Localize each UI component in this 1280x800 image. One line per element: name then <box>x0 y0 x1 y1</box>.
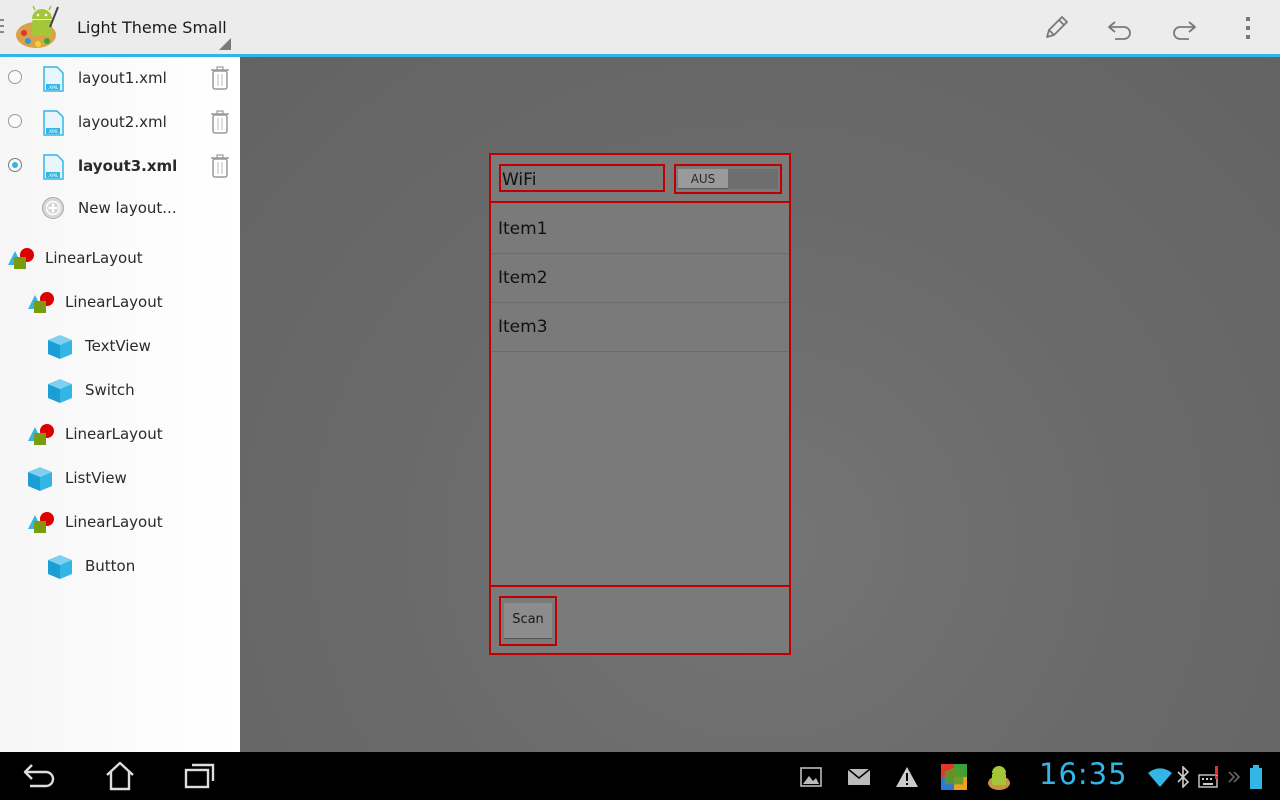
list-item[interactable]: Item3 <box>491 303 789 352</box>
switch-thumb: AUS <box>678 169 728 189</box>
gallery-icon[interactable] <box>798 764 824 790</box>
pencil-icon <box>1046 16 1068 38</box>
tree-label: LinearLayout <box>65 425 163 443</box>
drag-handle-icon <box>0 19 6 35</box>
tree-label: Button <box>85 557 136 575</box>
tree-label: TextView <box>85 337 151 355</box>
file-label: layout1.xml <box>78 69 167 87</box>
textview-preview[interactable]: WiFi <box>499 164 665 192</box>
view-cube-icon <box>48 379 72 403</box>
layout-shapes-icon <box>28 292 54 313</box>
file-row-layout3[interactable]: .XML layout3.xml <box>0 145 240 189</box>
list-item-label: Item2 <box>498 268 548 288</box>
home-icon <box>106 761 134 791</box>
undo-button[interactable] <box>1102 10 1138 46</box>
radio-button-selected[interactable] <box>8 158 22 172</box>
redo-icon <box>1173 21 1196 40</box>
tree-label: LinearLayout <box>45 249 143 267</box>
trash-icon[interactable] <box>210 110 230 134</box>
tree-item-linearlayout[interactable]: LinearLayout <box>26 419 236 455</box>
chevron-right-icon <box>1226 764 1242 790</box>
bluetooth-icon <box>1174 764 1192 790</box>
overflow-menu-button[interactable] <box>1230 10 1266 46</box>
wifi-icon <box>1147 764 1173 790</box>
xml-file-icon: .XML <box>43 154 64 180</box>
spinner-arrow-icon[interactable] <box>219 38 231 50</box>
svg-text:.XML: .XML <box>48 129 59 135</box>
left-panel: .XML layout1.xml .XML layout2.xml .XML l… <box>0 57 240 752</box>
warning-icon[interactable] <box>894 764 920 790</box>
undo-icon <box>1108 21 1131 40</box>
mail-icon[interactable] <box>846 764 872 790</box>
xml-file-icon: .XML <box>43 110 64 136</box>
tree-item-linearlayout[interactable]: LinearLayout <box>6 243 236 279</box>
view-cube-icon <box>28 467 52 491</box>
tree-item-linearlayout[interactable]: LinearLayout <box>26 507 236 543</box>
edit-button[interactable] <box>1038 10 1074 46</box>
tree-item-linearlayout[interactable]: LinearLayout <box>26 287 236 323</box>
tree-label: ListView <box>65 469 127 487</box>
trash-icon[interactable] <box>210 154 230 178</box>
list-item[interactable]: Item1 <box>491 205 789 254</box>
keyboard-alert-icon <box>1197 764 1225 790</box>
button-outline[interactable]: Scan <box>499 596 557 646</box>
tree-item-button[interactable]: Button <box>46 551 236 587</box>
linearlayout-top[interactable]: WiFi AUS <box>491 155 789 203</box>
overflow-menu-icon <box>1246 17 1250 39</box>
app-logo-icon <box>16 5 59 48</box>
file-row-layout1[interactable]: .XML layout1.xml <box>0 57 240 101</box>
list-item[interactable]: Item2 <box>491 254 789 303</box>
back-button[interactable] <box>20 760 60 792</box>
home-button[interactable] <box>100 760 140 792</box>
tree-item-textview[interactable]: TextView <box>46 331 236 367</box>
svg-text:.XML: .XML <box>48 85 59 91</box>
tree-label: LinearLayout <box>65 293 163 311</box>
app-store-icon[interactable] <box>941 764 967 790</box>
view-cube-icon <box>48 555 72 579</box>
switch-preview[interactable]: AUS <box>674 164 782 194</box>
tree-label: LinearLayout <box>65 513 163 531</box>
clock[interactable]: 16:35 <box>1039 757 1128 791</box>
listview-preview[interactable]: Item1 Item2 Item3 <box>491 205 789 587</box>
file-row-layout2[interactable]: .XML layout2.xml <box>0 101 240 145</box>
xml-file-icon: .XML <box>43 66 64 92</box>
view-cube-icon <box>48 335 72 359</box>
action-bar: Light Theme Small <box>0 0 1280 57</box>
switch-track: AUS <box>678 169 778 189</box>
list-item-label: Item3 <box>498 317 548 337</box>
layout-preview: WiFi AUS Item1 Item2 Item3 Scan <box>489 153 791 655</box>
radio-button[interactable] <box>8 70 22 84</box>
redo-button[interactable] <box>1166 10 1202 46</box>
linearlayout-bottom[interactable]: Scan <box>491 587 789 653</box>
system-bar: 16:35 <box>0 752 1280 800</box>
tree-item-listview[interactable]: ListView <box>26 463 236 499</box>
svg-text:.XML: .XML <box>48 173 59 179</box>
layout-shapes-icon <box>28 424 54 445</box>
trash-icon[interactable] <box>210 66 230 90</box>
tree-item-switch[interactable]: Switch <box>46 375 236 411</box>
back-icon <box>23 764 55 788</box>
file-label: layout3.xml <box>78 157 178 175</box>
add-circle-icon <box>42 197 64 219</box>
list-item-label: Item1 <box>498 219 548 239</box>
layout-shapes-icon <box>28 512 54 533</box>
battery-icon <box>1246 764 1266 790</box>
layout-title[interactable]: Light Theme Small <box>77 18 227 37</box>
layout-shapes-icon <box>8 248 34 269</box>
scan-button[interactable]: Scan <box>504 603 552 639</box>
tree-label: Switch <box>85 381 135 399</box>
recent-apps-icon <box>184 763 215 789</box>
android-app-icon[interactable] <box>986 764 1012 790</box>
new-layout-label: New layout... <box>78 199 177 217</box>
recent-apps-button[interactable] <box>180 760 220 792</box>
radio-button[interactable] <box>8 114 22 128</box>
textview-text: WiFi <box>502 170 537 190</box>
file-label: layout2.xml <box>78 113 167 131</box>
